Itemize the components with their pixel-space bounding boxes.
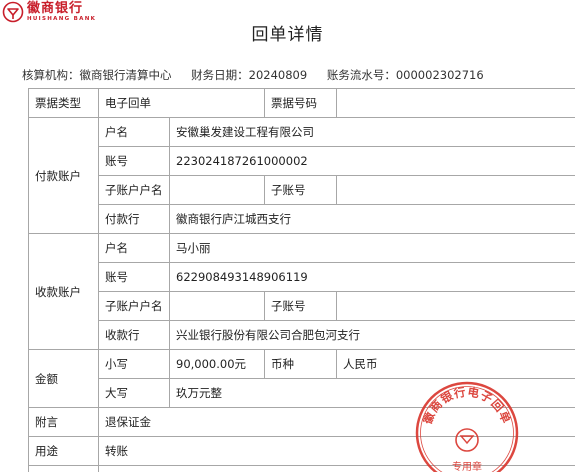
payer-account-value: 223024187261000002	[169, 146, 575, 176]
table-row: 付款行 徽商银行庐江城西支行	[29, 204, 575, 234]
payee-sub-number-label: 子账号	[264, 291, 337, 321]
table-row: 收款行 兴业银行股份有限公司合肥包河支行	[29, 320, 575, 350]
postscript-label: 附言	[28, 407, 99, 437]
meta-serial: 账务流水号：000002302716	[326, 68, 484, 82]
payer-name-label: 户名	[98, 117, 170, 147]
payee-bank-value: 兴业银行股份有限公司合肥包河支行	[169, 320, 575, 350]
payer-sub-name-value	[169, 175, 265, 205]
meta-institution: 核算机构：徽商银行清算中心	[22, 68, 172, 82]
bill-number-value	[336, 88, 575, 118]
payer-bank-label: 付款行	[98, 204, 170, 234]
payer-group-label: 付款账户	[28, 117, 99, 234]
payer-bank-value: 徽商银行庐江城西支行	[169, 204, 575, 234]
payee-account-label: 账号	[98, 262, 170, 292]
table-row: 子账户户名 子账号	[29, 291, 575, 321]
purpose-value: 转账	[98, 436, 575, 466]
amount-group-label: 金额	[28, 349, 99, 408]
postscript-value: 退保证金	[98, 407, 575, 437]
table-row: 账号 223024187261000002	[29, 146, 575, 176]
table-row: 票据类型 电子回单 票据号码	[28, 88, 575, 118]
payee-sub-name-value	[169, 291, 265, 321]
table-row: 收款账户 户名 马小丽	[28, 233, 575, 350]
receipt-page: 徽商银行 HUISHANG BANK 回单详情 核算机构：徽商银行清算中心 财务…	[0, 0, 575, 472]
amount-upper-label: 大写	[98, 378, 170, 408]
payee-bank-label: 收款行	[98, 320, 170, 350]
amount-upper-value: 玖万元整	[169, 378, 575, 408]
receipt-table: 票据类型 电子回单 票据号码 付款账户 户名 安徽巢发建设工程有限公司 账号 2…	[28, 88, 575, 472]
table-row: 付款账户 户名 安徽巢发建设工程有限公司	[28, 117, 575, 234]
currency-value: 人民币	[336, 349, 575, 379]
purpose-label: 用途	[28, 436, 99, 466]
payer-sub-number-value	[336, 175, 575, 205]
payer-account-label: 账号	[98, 146, 170, 176]
payee-name-value: 马小丽	[169, 233, 575, 263]
table-row: 附言 退保证金	[28, 407, 575, 437]
payee-account-value: 622908493148906119	[169, 262, 575, 292]
bill-number-label: 票据号码	[264, 88, 337, 118]
table-row: 用途 转账	[28, 436, 575, 466]
bill-type-value: 电子回单	[98, 88, 265, 118]
currency-label: 币种	[264, 349, 337, 379]
meta-date: 财务日期：20240809	[191, 68, 308, 82]
table-row: 子账户户名 子账号	[29, 175, 575, 205]
payee-sub-number-value	[336, 291, 575, 321]
page-title: 回单详情	[251, 25, 324, 45]
amount-lower-value: 90,000.00元	[169, 349, 265, 379]
payer-sub-number-label: 子账号	[264, 175, 337, 205]
payee-group-label: 收款账户	[28, 233, 99, 350]
payer-name-value: 安徽巢发建设工程有限公司	[169, 117, 575, 147]
bank-logo-name: 徽商银行	[27, 0, 84, 16]
table-row	[28, 465, 575, 472]
payer-sub-name-label: 子账户户名	[98, 175, 170, 205]
bill-type-label: 票据类型	[28, 88, 99, 118]
table-row: 金额 小写 90,000.00元 币种 人民币	[28, 349, 575, 408]
amount-lower-label: 小写	[98, 349, 170, 379]
table-row: 大写 玖万元整	[29, 378, 575, 408]
receipt-meta: 核算机构：徽商银行清算中心 财务日期：20240809 账务流水号：000002…	[22, 67, 484, 83]
payee-sub-name-label: 子账户户名	[98, 291, 170, 321]
payee-name-label: 户名	[98, 233, 170, 263]
table-row: 账号 622908493148906119	[29, 262, 575, 292]
